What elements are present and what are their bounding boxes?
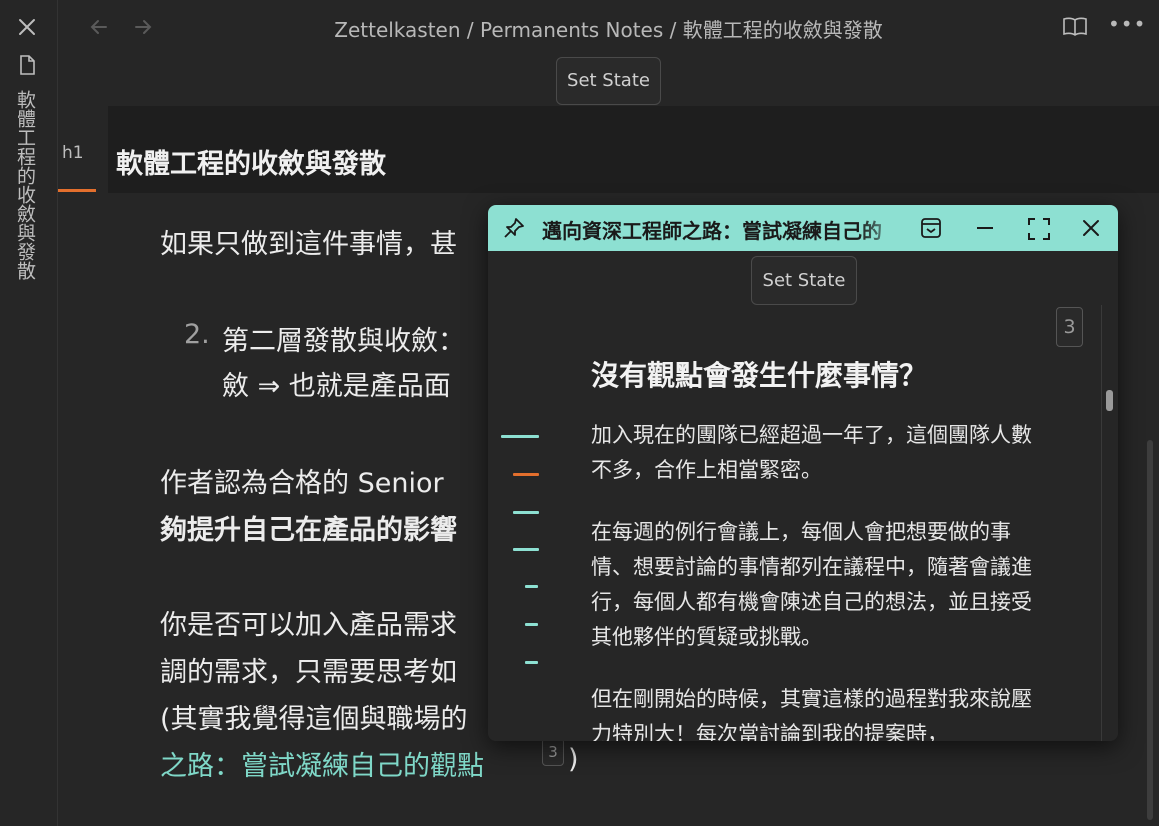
paragraph-2-line-2: 夠提升自己在產品的影響 (160, 515, 457, 546)
paragraph-3-line-1: 你是否可以加入產品需求 (160, 610, 457, 641)
paragraph-3-line-3: (其實我覺得這個與職場的 (160, 704, 468, 735)
paragraph-1: 如果只做到這件事情，甚 (160, 229, 457, 260)
collapse-icon[interactable] (919, 216, 943, 240)
popover-paragraph-2: 在每週的例行會議上，每個人會把想要做的事情、想要討論的事情都列在議程中，隨著會議… (591, 520, 1032, 649)
toc-marker[interactable] (525, 661, 538, 664)
popover-paragraph-1: 加入現在的團隊已經超過一年了，這個團隊人數不多，合作上相當緊密。 (591, 423, 1032, 482)
toc-marker[interactable] (501, 435, 539, 438)
popover-divider (1101, 305, 1102, 741)
toc-marker[interactable] (525, 623, 538, 626)
close-icon[interactable] (16, 16, 38, 38)
heading-level-underline (58, 189, 96, 192)
list-item-line-1: 第二層發散與收斂： (222, 326, 465, 357)
toc-marker-active[interactable] (513, 473, 539, 476)
left-ribbon: 軟體工程的收斂與發散 (0, 0, 58, 826)
vertical-tab-title[interactable]: 軟體工程的收斂與發散 (14, 90, 39, 280)
popover-set-state-button[interactable]: Set State (751, 256, 857, 305)
footnote-badge[interactable]: 3 (542, 738, 564, 766)
popover-paragraph-3: 但在剛開始的時候，其實這樣的過程對我來說壓力特別大！每次當討論到我的提案時， (591, 687, 1032, 741)
heading-level-label: h1 (62, 143, 84, 163)
file-icon[interactable] (18, 55, 36, 75)
popover-title-fade (858, 205, 908, 251)
popover-body[interactable]: Set State 3 沒有觀點會發生什麼事情？ 加入現在的團隊已經超過一年了，… (488, 251, 1118, 741)
paragraph-3-line-2: 調的需求，只需要思考如 (160, 657, 457, 688)
popover-footnote-badge[interactable]: 3 (1056, 307, 1083, 347)
pin-icon[interactable] (502, 216, 526, 240)
popover-scrollbar-thumb[interactable] (1106, 390, 1113, 411)
top-bar: Zettelkasten / Permanents Notes / 軟體工程的收… (58, 0, 1159, 54)
close-popover-icon[interactable] (1080, 217, 1102, 239)
breadcrumb[interactable]: Zettelkasten / Permanents Notes / 軟體工程的收… (58, 14, 1159, 43)
reading-mode-icon[interactable] (1062, 15, 1088, 37)
internal-link[interactable]: 之路：嘗試凝練自己的觀點 (160, 744, 484, 783)
close-paren: ) (568, 744, 579, 775)
toc-marker[interactable] (525, 585, 538, 588)
popover-header: 邁向資深工程師之路：嘗試凝練自己的觀點 (488, 205, 1118, 251)
main-scrollbar[interactable] (1147, 440, 1153, 820)
toc-marker[interactable] (513, 511, 539, 514)
more-options-icon[interactable]: ••• (1108, 12, 1146, 36)
set-state-button[interactable]: Set State (556, 57, 661, 105)
popover-title: 邁向資深工程師之路：嘗試凝練自己的觀點 (542, 219, 882, 243)
hover-popover: 邁向資深工程師之路：嘗試凝練自己的觀點 Set State 3 沒有觀點會發生什… (488, 205, 1118, 741)
maximize-icon[interactable] (1026, 216, 1052, 242)
popover-heading: 沒有觀點會發生什麼事情？ (591, 359, 928, 392)
list-item-line-2: 斂 ⇒ 也就是產品面 (222, 371, 451, 402)
list-marker: 2. (184, 319, 210, 350)
minimize-icon[interactable] (973, 216, 997, 240)
paragraph-2-line-1: 作者認為合格的 Senior (160, 468, 444, 499)
toc-marker[interactable] (513, 548, 539, 551)
page-title: 軟體工程的收斂與發散 (116, 149, 386, 180)
